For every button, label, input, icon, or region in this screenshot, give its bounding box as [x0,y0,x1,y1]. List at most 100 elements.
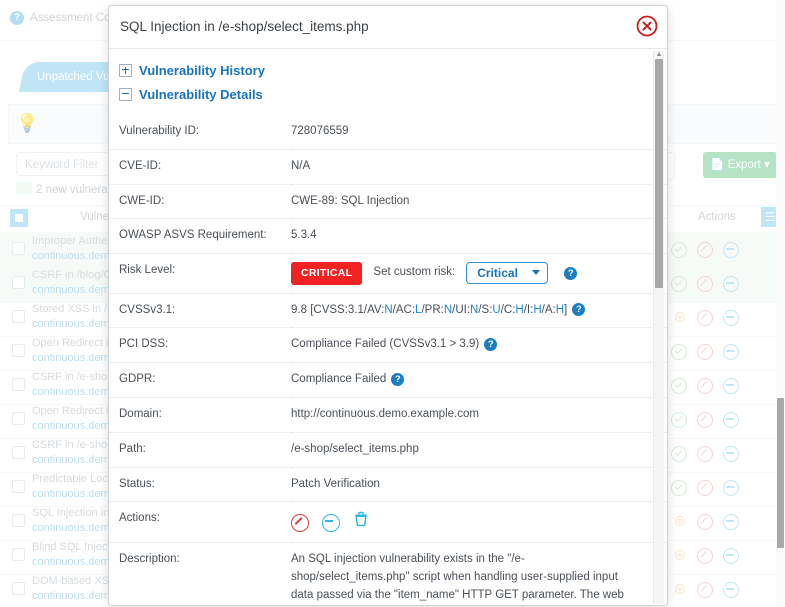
check-icon[interactable] [671,480,687,496]
column-header-actions: Actions [698,211,736,223]
page-scrollbar[interactable] [776,0,785,607]
value-path: /e-shop/select_items.php [291,432,667,467]
value-owasp-asvs: 5.3.4 [291,219,667,254]
value-risk-level: CRITICAL Set custom risk: CriticalHighMe… [291,254,667,293]
row-checkbox[interactable] [12,310,25,323]
check-icon[interactable] [671,344,687,360]
trash-icon[interactable] [353,511,369,534]
row-checkbox[interactable] [12,582,25,595]
block-icon[interactable] [291,514,309,532]
dialog-header: SQL Injection in /e-shop/select_items.ph… [109,6,667,49]
gear-icon[interactable] [673,514,687,528]
row-description: Description: An SQL injection vulnerabil… [109,543,667,606]
label-risk-level: Risk Level: [109,254,291,293]
row-owasp-asvs: OWASP ASVS Requirement: 5.3.4 [109,219,667,254]
page-scrollbar-thumb[interactable] [777,398,784,548]
label-description: Description: [109,543,291,606]
ban-icon[interactable] [697,242,713,258]
help-icon-risk[interactable]: ? [564,267,577,280]
value-status: Patch Verification [291,467,667,502]
vulnerability-details-dialog: SQL Injection in /e-shop/select_items.ph… [108,5,668,606]
ban-icon[interactable] [697,310,713,326]
vulnerability-details-table: Vulnerability ID: 728076559 CVE-ID: N/A … [109,115,667,606]
row-checkbox[interactable] [12,276,25,289]
section-vulnerability-details-label: Vulnerability Details [139,87,263,102]
help-icon-pci[interactable]: ? [484,338,497,351]
export-button[interactable]: 📄 Export ▾ [703,152,777,178]
row-checkbox[interactable] [12,242,25,255]
row-checkbox[interactable] [12,412,25,425]
minus-icon[interactable] [723,446,739,462]
check-icon[interactable] [671,276,687,292]
ban-icon[interactable] [697,276,713,292]
lightbulb-icon: 💡 [16,112,38,134]
row-gdpr: GDPR: Compliance Failed? [109,363,667,398]
pci-dss-text: Compliance Failed (CVSSv3.1 > 3.9) [291,338,479,350]
cvss-vector-string: 9.8 [CVSS:3.1/AV:N/AC:L/PR:N/UI:N/S:U/C:… [291,304,567,316]
row-checkbox[interactable] [12,378,25,391]
minus-icon[interactable] [723,548,739,564]
label-status: Status: [109,467,291,502]
minus-icon[interactable] [723,412,739,428]
row-checkbox[interactable] [12,514,25,527]
minus-icon[interactable] [723,514,739,530]
label-pci-dss: PCI DSS: [109,328,291,363]
minus-icon[interactable] [723,310,739,326]
minus-box-icon [119,88,132,101]
minus-icon[interactable] [723,480,739,496]
help-icon-gdpr[interactable]: ? [391,373,404,386]
scroll-up-arrow-icon[interactable]: ▲ [655,51,663,59]
help-icon-cvss[interactable]: ? [572,303,585,316]
minus-icon[interactable] [723,378,739,394]
ban-icon[interactable] [697,480,713,496]
value-cwe-id: CWE-89: SQL Injection [291,184,667,219]
row-vulnerability-id: Vulnerability ID: 728076559 [109,115,667,149]
section-vulnerability-details[interactable]: Vulnerability Details [109,84,667,104]
row-actions [673,514,739,530]
gear-icon[interactable] [673,582,687,596]
check-icon[interactable] [671,446,687,462]
row-checkbox[interactable] [12,480,25,493]
row-actions: Actions: [109,502,667,543]
check-icon[interactable] [671,242,687,258]
ban-icon[interactable] [697,412,713,428]
value-pci-dss: Compliance Failed (CVSSv3.1 > 3.9)? [291,328,667,363]
gear-icon[interactable] [673,310,687,324]
gear-icon[interactable] [673,548,687,562]
ban-icon[interactable] [697,514,713,530]
dialog-scrollbar-thumb[interactable] [655,59,663,288]
minus-icon[interactable] [723,582,739,598]
minus-icon[interactable] [723,276,739,292]
row-checkbox[interactable] [12,548,25,561]
label-cwe-id: CWE-ID: [109,184,291,219]
plus-box-icon [119,64,132,77]
row-actions [673,310,739,326]
label-cvss: CVSSv3.1: [109,293,291,328]
row-domain: Domain: http://continuous.demo.example.c… [109,397,667,432]
row-actions [673,582,739,598]
ban-icon[interactable] [697,378,713,394]
row-cvss: CVSSv3.1: 9.8 [CVSS:3.1/AV:N/AC:L/PR:N/U… [109,293,667,328]
section-vulnerability-history[interactable]: Vulnerability History [109,60,667,80]
question-mark-icon: ? [10,11,24,25]
row-status: Status: Patch Verification [109,467,667,502]
row-checkbox[interactable] [12,344,25,357]
custom-risk-select[interactable]: CriticalHighMediumLowInfo [466,262,548,284]
ban-icon[interactable] [697,446,713,462]
minus-icon[interactable] [723,242,739,258]
check-icon[interactable] [671,378,687,394]
ban-icon[interactable] [697,582,713,598]
select-all-checkbox[interactable] [10,209,28,227]
ban-icon[interactable] [697,344,713,360]
row-checkbox[interactable] [12,446,25,459]
minus-icon[interactable] [723,344,739,360]
false-positive-icon[interactable] [322,514,340,532]
check-icon[interactable] [671,412,687,428]
label-actions: Actions: [109,502,291,543]
value-cvss: 9.8 [CVSS:3.1/AV:N/AC:L/PR:N/UI:N/S:U/C:… [291,293,667,328]
ban-icon[interactable] [697,548,713,564]
value-domain: http://continuous.demo.example.com [291,397,667,432]
dialog-scrollbar[interactable]: ▲ [653,51,664,604]
dialog-scroll-area: Vulnerability History Vulnerability Deta… [109,49,667,606]
close-icon[interactable] [635,14,659,38]
